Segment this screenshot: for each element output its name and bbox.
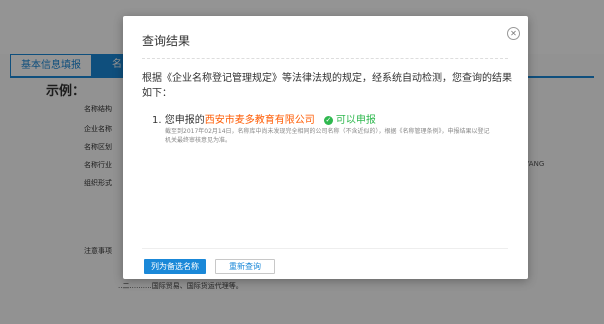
requery-button[interactable]: 重新查询 [215, 259, 275, 274]
dialog-title: 查询结果 [142, 34, 191, 48]
result-detail: 截至到2017年02月14日，名称库中尚未发现完全相同的公司名称（不含近似的），… [165, 128, 490, 144]
result-prefix: 1. 您申报的 [152, 115, 205, 126]
check-circle-icon: ✓ [323, 116, 333, 125]
company-name: 西安市麦多教育有限公司 [204, 115, 315, 126]
status-text: 可以申报 [335, 115, 376, 126]
close-icon[interactable]: ✕ [507, 27, 520, 40]
query-result-dialog: 查询结果 ✕ 根据《企业名称登记管理规定》等法律法规的规定，经系统自动检测，您查… [123, 16, 528, 279]
add-alternate-name-button[interactable]: 列为备选名称 [144, 259, 206, 274]
divider [142, 58, 508, 59]
result-line: 1. 您申报的西安市麦多教育有限公司 ✓ 可以申报 [152, 111, 376, 126]
dialog-description: 根据《企业名称登记管理规定》等法律法规的规定，经系统自动检测，您查询的结果如下： [142, 73, 512, 99]
divider [142, 248, 508, 249]
